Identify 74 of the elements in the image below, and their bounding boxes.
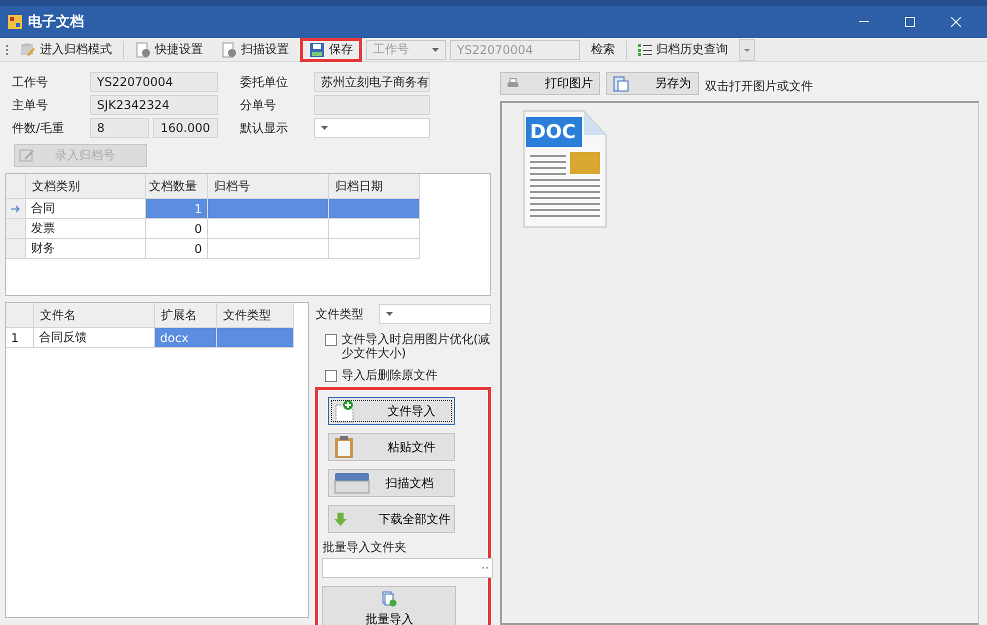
column-header[interactable]: 扩展名 <box>155 303 217 328</box>
add-files-icon <box>381 591 398 607</box>
table-cell[interactable] <box>329 199 420 219</box>
text-field[interactable]: SJK2342324 <box>90 95 218 115</box>
action-button[interactable]: 下载全部文件 <box>328 505 456 533</box>
table-cell[interactable]: 0 <box>146 239 208 259</box>
table-cell[interactable] <box>208 199 329 219</box>
save-as-icon <box>613 76 629 92</box>
column-header[interactable]: 归档日期 <box>329 174 420 199</box>
text-field[interactable]: 8 <box>90 118 150 138</box>
table-cell[interactable] <box>329 239 420 259</box>
toolbar-button[interactable]: 归档历史查询 <box>631 38 735 62</box>
table-cell[interactable]: 财务 <box>26 239 146 259</box>
action-button[interactable]: 文件导入 <box>328 397 456 425</box>
field-label: 批量导入文件夹 <box>322 539 408 556</box>
field-label: 件数/毛重 <box>12 120 66 136</box>
checkbox-option[interactable]: 文件导入时启用图片优化(减少文件大小) <box>325 332 491 360</box>
field-label: 主单号 <box>12 96 49 114</box>
toolbar-button[interactable]: 快捷设置 <box>128 38 210 62</box>
table-cell[interactable] <box>208 239 329 259</box>
table-cell[interactable]: 合同 <box>26 199 146 219</box>
row-number: 1 <box>6 328 34 348</box>
document-thumbnail[interactable]: DOC <box>520 107 610 232</box>
dropdown-arrow-icon[interactable] <box>386 312 393 316</box>
close-icon[interactable] <box>951 17 961 27</box>
row-header[interactable] <box>6 199 26 219</box>
list-icon <box>638 44 652 56</box>
table-cell[interactable] <box>217 328 294 348</box>
table-cell[interactable] <box>329 219 420 239</box>
action-button[interactable]: 粘贴文件 <box>328 433 456 461</box>
dropdown-field[interactable] <box>314 118 430 138</box>
field-label: 分单号 <box>240 96 277 114</box>
text-field[interactable]: 160.000 <box>153 118 218 138</box>
grip-icon[interactable] <box>6 44 9 56</box>
dropdown-arrow-icon[interactable] <box>432 48 439 52</box>
batch-import-button[interactable]: 批量导入 <box>322 586 456 625</box>
maximize-icon[interactable] <box>905 17 915 27</box>
window-title: 电子文档 <box>28 13 85 31</box>
table-cell[interactable]: 合同反馈 <box>34 328 155 348</box>
save-icon <box>309 42 325 58</box>
action-button[interactable]: 扫描文档 <box>328 469 456 497</box>
column-header[interactable]: 文档类别 <box>26 174 146 199</box>
search-button[interactable]: 检索 <box>584 38 622 62</box>
edit-icon <box>19 148 35 162</box>
database-pencil-icon <box>20 42 36 58</box>
dropdown-arrow-icon[interactable] <box>321 126 328 130</box>
toolbar-button[interactable]: 另存为 <box>606 72 699 95</box>
scanner-icon <box>333 471 372 495</box>
corner-header <box>6 303 34 328</box>
folder-field[interactable]: ·· <box>322 558 493 578</box>
toolbar-button[interactable]: 扫描设置 <box>214 38 296 62</box>
toolbar-button[interactable]: 打印图片 <box>500 72 600 95</box>
field-label: 委托单位 <box>240 74 289 90</box>
column-header[interactable]: 文件类型 <box>217 303 294 328</box>
field-label: 工作号 <box>12 74 49 90</box>
table-cell[interactable] <box>208 219 329 239</box>
field-label: 默认显示 <box>240 120 289 136</box>
checkbox-option[interactable]: 导入后删除原文件 <box>325 368 491 382</box>
minimize-icon[interactable] <box>859 21 869 23</box>
file-type-label: DOC <box>530 121 576 143</box>
toolbar-button[interactable]: 保存 <box>300 38 362 62</box>
app-icon <box>8 15 22 29</box>
text-field[interactable]: 苏州立刻电子商务有 <box>314 72 430 92</box>
field-label: 文件类型 <box>315 306 364 322</box>
hint-text: 双击打开图片或文件 <box>705 78 813 95</box>
table-cell[interactable]: 0 <box>146 219 208 239</box>
text-field[interactable]: YS22070004 <box>90 72 218 92</box>
column-header[interactable]: 文件名 <box>34 303 155 328</box>
corner-header <box>6 174 26 199</box>
toolbar-button[interactable]: 进入归档模式 <box>13 38 119 62</box>
table-cell[interactable]: 发票 <box>26 219 146 239</box>
column-header[interactable]: 归档号 <box>208 174 329 199</box>
column-header[interactable]: 文档数量 <box>146 174 208 199</box>
text-field[interactable] <box>314 95 430 115</box>
